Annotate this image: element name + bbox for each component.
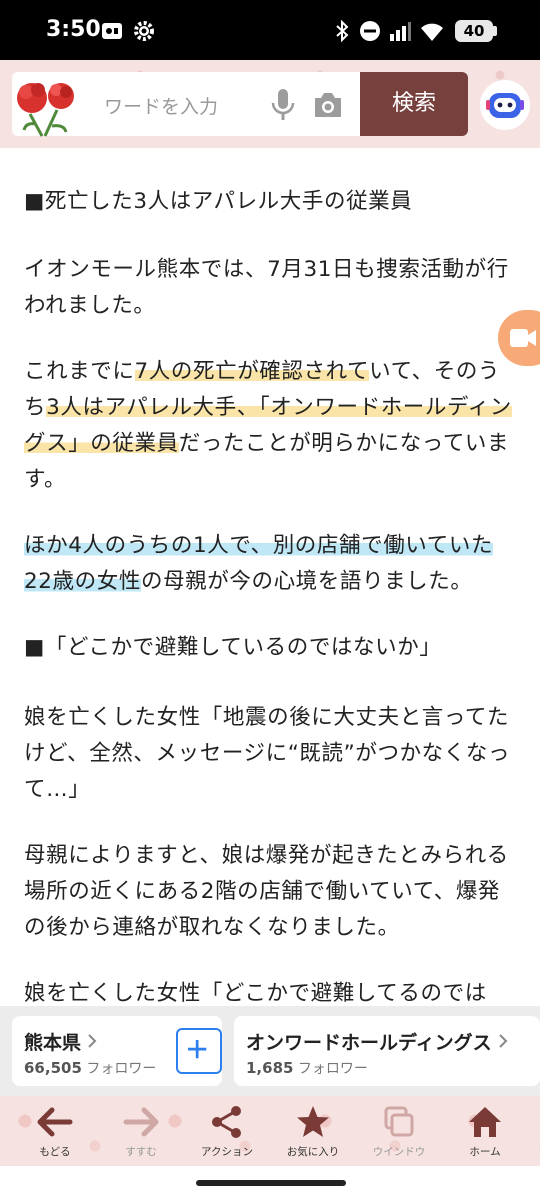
follow-card-name: オンワードホールディングス <box>246 1028 510 1055</box>
search-button[interactable]: 検索 <box>360 72 468 136</box>
nav-window[interactable]: ウインドウ <box>356 1096 442 1166</box>
paragraph-text: の母親が今の心境を語りました。 <box>140 569 473 594</box>
follow-card-name: 熊本県 <box>24 1028 99 1055</box>
paragraph-text: これまでに <box>24 359 135 384</box>
bluetooth-icon <box>336 19 349 43</box>
article-body: ■死亡した3人はアパレル大手の従業員 イオンモール熊本では、7月31日も捜索活動… <box>0 148 540 1008</box>
follow-card-kumamoto[interactable]: 熊本県 66,505 フォロワー <box>12 1016 222 1086</box>
highlighted-text: 7人の死亡が確認されて <box>134 359 370 384</box>
chevron-right-icon <box>498 1034 508 1048</box>
follower-unit: フォロワー <box>297 1061 368 1077</box>
search-placeholder: ワードを入力 <box>104 96 219 118</box>
nav-label: もどる <box>39 1146 71 1158</box>
star-icon <box>297 1106 329 1137</box>
home-icon <box>469 1107 501 1137</box>
follower-number: 66,505 <box>24 1059 82 1077</box>
assistant-bot-icon[interactable] <box>480 80 530 130</box>
home-gesture-handle[interactable] <box>196 1180 346 1186</box>
paragraph-text: イオンモール熊本では、7月31日も捜索活動が行われました。 <box>24 257 509 318</box>
back-arrow-icon <box>37 1107 73 1137</box>
do-not-disturb-icon <box>360 21 380 41</box>
camera-icon[interactable] <box>312 90 344 120</box>
follow-card-onward[interactable]: オンワードホールディングス 1,685 フォロワー <box>234 1016 540 1086</box>
nav-label: お気に入り <box>286 1146 340 1158</box>
paragraph-text: 娘を亡くした女性「地震の後に大丈夫と言ってたけど、全然、メッセージに“既読”がつ… <box>24 705 511 802</box>
gesture-bar <box>0 1166 540 1200</box>
wifi-icon <box>421 23 443 41</box>
follower-unit: フォロワー <box>86 1061 157 1077</box>
carnation-flower-logo <box>17 83 74 137</box>
battery-nub <box>493 26 497 36</box>
mic-icon[interactable] <box>268 88 298 122</box>
clock: 3:50 <box>46 17 101 42</box>
article-paragraph: 娘を亡くした女性「地震の後に大丈夫と言ってたけど、全然、メッセージに“既読”がつ… <box>24 700 516 808</box>
window-icon <box>384 1106 414 1137</box>
nav-label: アクション <box>201 1146 253 1158</box>
nav-home[interactable]: ホーム <box>442 1096 528 1166</box>
floating-video-button[interactable] <box>498 310 540 366</box>
section-heading: ■「どこかで避難しているのではないか」 <box>24 630 516 666</box>
nav-label: ホーム <box>469 1146 501 1158</box>
bottom-nav: もどる すすむ アクション お気に入り ウインドウ ホーム <box>0 1096 540 1166</box>
follower-number: 1,685 <box>246 1059 294 1077</box>
heading-text: ■死亡した3人はアパレル大手の従業員 <box>24 189 413 214</box>
heading-text: ■「どこかで避難しているのではないか」 <box>24 635 442 660</box>
follow-name-text: 熊本県 <box>24 1032 82 1054</box>
search-header: ワードを入力 検索 <box>0 60 540 148</box>
nav-forward[interactable]: すすむ <box>98 1096 184 1166</box>
nav-back[interactable]: もどる <box>12 1096 98 1166</box>
signal-icon <box>390 22 411 41</box>
article-paragraph: 娘を亡くした女性「どこかで避難してるのでは <box>24 976 516 1008</box>
video-camera-icon <box>510 329 536 347</box>
paragraph-text: 母親によりますと、娘は爆発が起きたとみられる場所の近くにある2階の店舗で働いてい… <box>24 843 509 940</box>
status-bar: 3:50 40 <box>0 0 540 60</box>
nav-label: すすむ <box>125 1146 157 1158</box>
article-paragraph: これまでに7人の死亡が確認されていて、そのうち3人はアパレル大手、「オンワードホ… <box>24 354 516 498</box>
paragraph-text: 娘を亡くした女性「どこかで避難してるのでは <box>24 981 487 1006</box>
battery-icon: 40 <box>455 20 493 42</box>
article-paragraph: ほか4人のうちの1人で、別の店舗で働いていた22歳の女性の母親が今の心境を語りま… <box>24 528 516 600</box>
follow-name-text: オンワードホールディングス <box>246 1032 492 1054</box>
follow-bar: 熊本県 66,505 フォロワー オンワードホールディングス 1,685 フォロ… <box>0 1006 540 1096</box>
screen-record-icon <box>102 23 122 39</box>
settings-gear-icon <box>134 21 154 41</box>
section-heading: ■死亡した3人はアパレル大手の従業員 <box>24 184 516 220</box>
chevron-right-icon <box>88 1034 97 1048</box>
nav-favorites[interactable]: お気に入り <box>270 1096 356 1166</box>
follower-count: 66,505 フォロワー <box>24 1058 156 1078</box>
article-paragraph: 母親によりますと、娘は爆発が起きたとみられる場所の近くにある2階の店舗で働いてい… <box>24 838 516 946</box>
forward-arrow-icon <box>123 1107 159 1137</box>
nav-action[interactable]: アクション <box>184 1096 270 1166</box>
share-icon <box>212 1106 241 1138</box>
follower-count: 1,685 フォロワー <box>246 1058 368 1078</box>
follow-plus-button[interactable] <box>176 1028 222 1074</box>
nav-label: ウインドウ <box>372 1146 426 1158</box>
article-paragraph: イオンモール熊本では、7月31日も捜索活動が行われました。 <box>24 252 516 324</box>
plus-icon <box>188 1040 207 1059</box>
